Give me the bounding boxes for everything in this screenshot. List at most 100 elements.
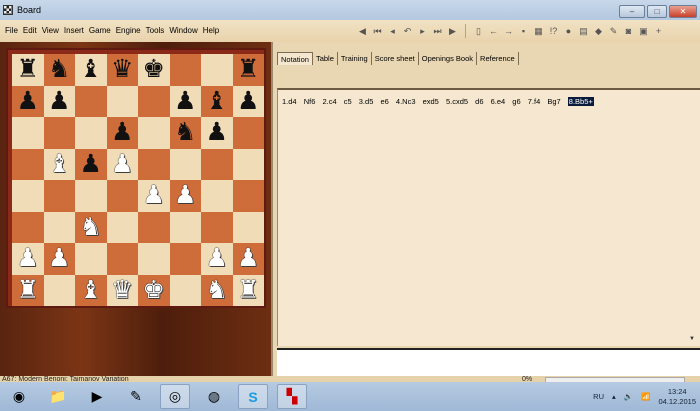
tray-arrow-icon[interactable]: ▴ xyxy=(612,392,616,401)
square-f7[interactable]: ♟ xyxy=(169,85,201,117)
move[interactable]: g6 xyxy=(512,97,520,106)
minimize-button[interactable]: – xyxy=(619,5,645,18)
white-pawn-icon[interactable]: ♟ xyxy=(143,183,165,208)
taskbar-firefox-icon[interactable]: ◍ xyxy=(199,384,229,409)
takeback-icon[interactable]: ↶ xyxy=(402,26,413,37)
taskbar-chess-app-icon[interactable]: ▚ xyxy=(277,384,307,409)
white-pawn-icon[interactable]: ♟ xyxy=(17,246,39,271)
square-b5[interactable]: ♝ xyxy=(43,148,75,180)
square-h4[interactable] xyxy=(232,180,264,212)
black-bishop-icon[interactable]: ♝ xyxy=(206,88,228,114)
square-h3[interactable] xyxy=(232,211,264,243)
taskbar-start-icon[interactable]: ◉ xyxy=(4,384,34,409)
pen-icon[interactable]: ✎ xyxy=(608,26,619,37)
square-d7[interactable] xyxy=(106,85,138,117)
white-queen-icon[interactable]: ♛ xyxy=(111,277,133,303)
black-queen-icon[interactable]: ♛ xyxy=(111,57,133,82)
square-a3[interactable] xyxy=(12,211,44,243)
black-pawn-icon[interactable]: ♟ xyxy=(111,120,133,145)
square-g4[interactable] xyxy=(201,180,233,212)
black-king-icon[interactable]: ♚ xyxy=(143,57,165,82)
square-g5[interactable] xyxy=(201,148,233,180)
database-icon[interactable]: ▦ xyxy=(533,26,544,37)
black-pawn-icon[interactable]: ♟ xyxy=(174,88,196,114)
square-b7[interactable]: ♟ xyxy=(43,85,75,117)
white-pawn-icon[interactable]: ♟ xyxy=(111,151,133,177)
square-f3[interactable] xyxy=(169,211,201,243)
arrow-left-icon[interactable]: ← xyxy=(488,26,499,37)
move[interactable]: 5.cxd5 xyxy=(446,97,468,106)
square-g7[interactable]: ♝ xyxy=(201,85,233,117)
square-d2[interactable] xyxy=(106,243,138,275)
square-c1[interactable]: ♝ xyxy=(75,274,107,306)
square-d6[interactable]: ♟ xyxy=(106,117,138,149)
menu-tools[interactable]: Tools xyxy=(146,26,165,35)
tab-table[interactable]: Table xyxy=(313,52,338,65)
move[interactable]: 6.e4 xyxy=(491,97,506,106)
square-b1[interactable] xyxy=(43,274,75,306)
square-h2[interactable]: ♟ xyxy=(232,243,264,275)
square-e6[interactable] xyxy=(138,117,170,149)
square-f4[interactable]: ♟ xyxy=(169,180,201,212)
black-knight-icon[interactable]: ♞ xyxy=(48,57,70,82)
square-b4[interactable] xyxy=(43,180,75,212)
next-move-icon[interactable]: ▸ xyxy=(417,26,428,37)
square-b6[interactable] xyxy=(43,117,75,149)
back-circle-icon[interactable]: ◀ xyxy=(357,26,368,37)
white-rook-icon[interactable]: ♜ xyxy=(17,277,39,303)
taskbar-tools-icon[interactable]: ✎ xyxy=(121,384,151,409)
notation-pane[interactable]: 1.d4 Nf6 2.c4 c5 3.d5 e6 4.Nc3 exd5 5.cx… xyxy=(277,88,700,346)
report-icon[interactable]: ▣ xyxy=(638,26,649,37)
move[interactable]: Bg7 xyxy=(547,97,560,106)
white-pawn-icon[interactable]: ♟ xyxy=(174,183,196,208)
volume-icon[interactable]: 🔊 xyxy=(624,392,633,401)
taskbar-explorer-icon[interactable]: 📁 xyxy=(43,384,73,409)
square-c3[interactable]: ♞ xyxy=(75,211,107,243)
white-knight-icon[interactable]: ♞ xyxy=(80,214,102,240)
square-a5[interactable] xyxy=(12,148,44,180)
square-c8[interactable]: ♝ xyxy=(75,54,107,86)
taskbar-chrome-icon[interactable]: ◎ xyxy=(160,384,190,409)
square-f5[interactable] xyxy=(169,148,201,180)
network-icon[interactable]: 📶 xyxy=(641,392,650,401)
square-d8[interactable]: ♛ xyxy=(106,54,138,86)
move[interactable]: 3.d5 xyxy=(359,97,374,106)
white-rook-icon[interactable]: ♜ xyxy=(237,277,259,303)
taskbar-media-player-icon[interactable]: ▶ xyxy=(82,384,112,409)
square-a8[interactable]: ♜ xyxy=(12,54,44,86)
square-f6[interactable]: ♞ xyxy=(169,117,201,149)
square-a7[interactable]: ♟ xyxy=(12,85,44,117)
square-a4[interactable] xyxy=(12,180,44,212)
menu-insert[interactable]: Insert xyxy=(64,26,84,35)
tab-score-sheet[interactable]: Score sheet xyxy=(372,52,419,65)
black-pawn-icon[interactable]: ♟ xyxy=(17,88,39,114)
square-e4[interactable]: ♟ xyxy=(138,180,170,212)
move[interactable]: 8.Bb5+ xyxy=(567,97,594,106)
square-f2[interactable] xyxy=(169,243,201,275)
move[interactable]: d6 xyxy=(475,97,483,106)
square-e7[interactable] xyxy=(138,85,170,117)
prev-move-icon[interactable]: ◂ xyxy=(387,26,398,37)
square-e1[interactable]: ♚ xyxy=(138,274,170,306)
square-a6[interactable] xyxy=(12,117,44,149)
taskbar-skype-icon[interactable]: S xyxy=(238,384,268,409)
eraser-icon[interactable]: ◆ xyxy=(593,26,604,37)
move[interactable]: 7.f4 xyxy=(528,97,541,106)
menu-edit[interactable]: Edit xyxy=(23,26,37,35)
square-b2[interactable]: ♟ xyxy=(43,243,75,275)
square-e8[interactable]: ♚ xyxy=(138,54,170,86)
square-f1[interactable] xyxy=(169,274,201,306)
square-a2[interactable]: ♟ xyxy=(12,243,44,275)
square-d1[interactable]: ♛ xyxy=(106,274,138,306)
square-e3[interactable] xyxy=(138,211,170,243)
square-h6[interactable] xyxy=(232,117,264,149)
new-document-icon[interactable]: ▯ xyxy=(473,26,484,37)
square-a1[interactable]: ♜ xyxy=(12,274,44,306)
menu-game[interactable]: Game xyxy=(89,26,111,35)
scroll-down-icon[interactable]: ▼ xyxy=(689,336,697,344)
square-c7[interactable] xyxy=(75,85,107,117)
chess-board[interactable]: ♜ ♞ ♝ ♛ ♚ ♜ ♟ ♟ ♟ ♝ ♟ ♟ ♞ ♟ ♝ ♟ ♟ ♟ ♟ ♞ ♟ ♟ ♟ ♟ ♜ ♝ ♛ ♚ ♞ ♜ xyxy=(12,54,264,306)
save-icon[interactable]: ▪ xyxy=(518,26,529,37)
menu-window[interactable]: Window xyxy=(169,26,197,35)
square-b8[interactable]: ♞ xyxy=(43,54,75,86)
